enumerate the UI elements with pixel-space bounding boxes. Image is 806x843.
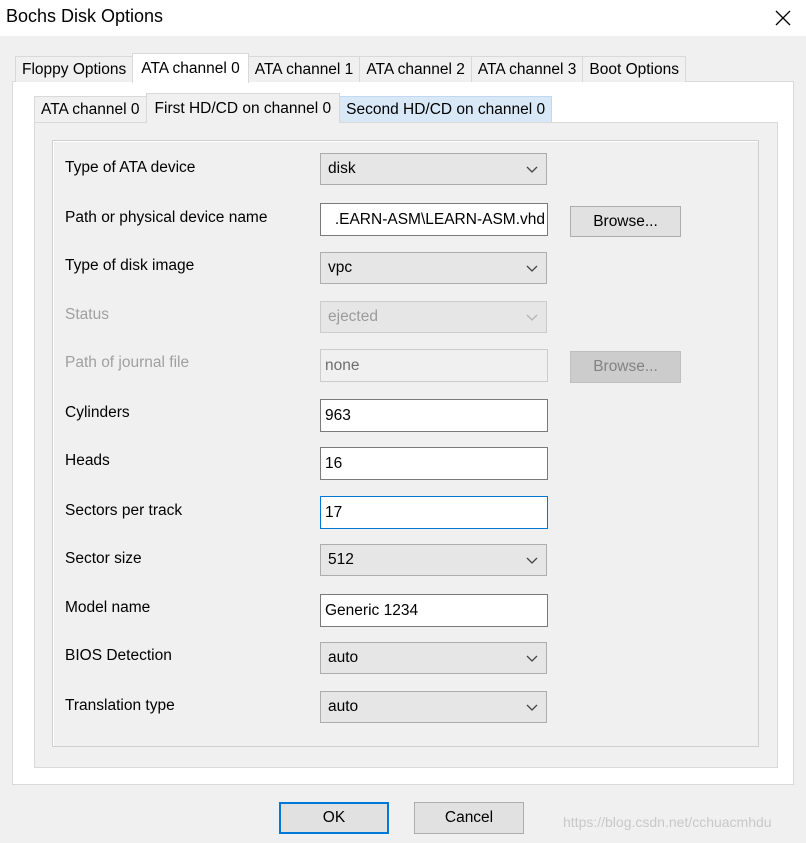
bios-detection-select[interactable]: auto bbox=[320, 642, 547, 674]
heads-label: Heads bbox=[65, 452, 110, 469]
sub-tab-strip: ATA channel 0 First HD/CD on channel 0 S… bbox=[34, 93, 553, 123]
tab-ata-channel-2[interactable]: ATA channel 2 bbox=[359, 56, 472, 82]
cancel-button[interactable]: Cancel bbox=[414, 802, 524, 834]
close-icon bbox=[775, 10, 791, 26]
browse-path-button[interactable]: Browse... bbox=[570, 206, 681, 237]
tab-boot-options[interactable]: Boot Options bbox=[582, 56, 686, 82]
type-of-device-select[interactable]: disk bbox=[320, 153, 547, 185]
journal-label: Path of journal file bbox=[65, 354, 190, 371]
sector-size-label: Sector size bbox=[65, 550, 142, 567]
browse-journal-button: Browse... bbox=[570, 351, 681, 383]
translation-type-select[interactable]: auto bbox=[320, 691, 547, 723]
close-button[interactable] bbox=[760, 0, 806, 36]
chevron-down-icon bbox=[526, 166, 538, 173]
journal-input: none bbox=[320, 349, 548, 382]
cylinders-input[interactable]: 963 bbox=[320, 399, 548, 432]
tab-ata-channel-3[interactable]: ATA channel 3 bbox=[470, 56, 584, 82]
chevron-down-icon bbox=[526, 704, 538, 711]
model-name-input[interactable]: Generic 1234 bbox=[320, 594, 548, 627]
subtab-second-hd-cd[interactable]: Second HD/CD on channel 0 bbox=[339, 96, 553, 122]
chevron-down-icon bbox=[526, 314, 538, 321]
tab-ata-channel-1[interactable]: ATA channel 1 bbox=[247, 56, 361, 82]
status-select: ejected bbox=[320, 301, 547, 333]
translation-type-label: Translation type bbox=[65, 697, 175, 714]
subtab-ata-channel-0[interactable]: ATA channel 0 bbox=[34, 96, 147, 122]
image-type-label: Type of disk image bbox=[65, 257, 195, 274]
image-type-select[interactable]: vpc bbox=[320, 252, 547, 284]
subtab-first-hd-cd[interactable]: First HD/CD on channel 0 bbox=[145, 93, 341, 123]
tab-floppy-options[interactable]: Floppy Options bbox=[15, 56, 134, 82]
chevron-down-icon bbox=[526, 557, 538, 564]
type-of-device-label: Type of ATA device bbox=[65, 159, 196, 176]
cylinders-label: Cylinders bbox=[65, 404, 130, 421]
path-label: Path or physical device name bbox=[65, 209, 268, 226]
watermark-text: https://blog.csdn.net/cchuacmhdu bbox=[563, 814, 772, 830]
sector-size-select[interactable]: 512 bbox=[320, 544, 547, 576]
tab-ata-channel-0[interactable]: ATA channel 0 bbox=[132, 53, 249, 83]
bios-detection-label: BIOS Detection bbox=[65, 647, 172, 664]
title-bar: Bochs Disk Options bbox=[0, 0, 806, 36]
sectors-per-track-input[interactable]: 17 bbox=[320, 496, 548, 529]
chevron-down-icon bbox=[526, 265, 538, 272]
chevron-down-icon bbox=[526, 655, 538, 662]
status-label: Status bbox=[65, 306, 109, 323]
sectors-per-track-label: Sectors per track bbox=[65, 502, 183, 519]
model-name-label: Model name bbox=[65, 599, 151, 616]
path-input[interactable]: .EARN-ASM\LEARN-ASM.vhd bbox=[320, 203, 548, 236]
ok-button[interactable]: OK bbox=[279, 802, 389, 834]
main-tab-strip: Floppy Options ATA channel 0 ATA channel… bbox=[15, 53, 686, 83]
heads-input[interactable]: 16 bbox=[320, 447, 548, 480]
window-title: Bochs Disk Options bbox=[6, 6, 164, 26]
